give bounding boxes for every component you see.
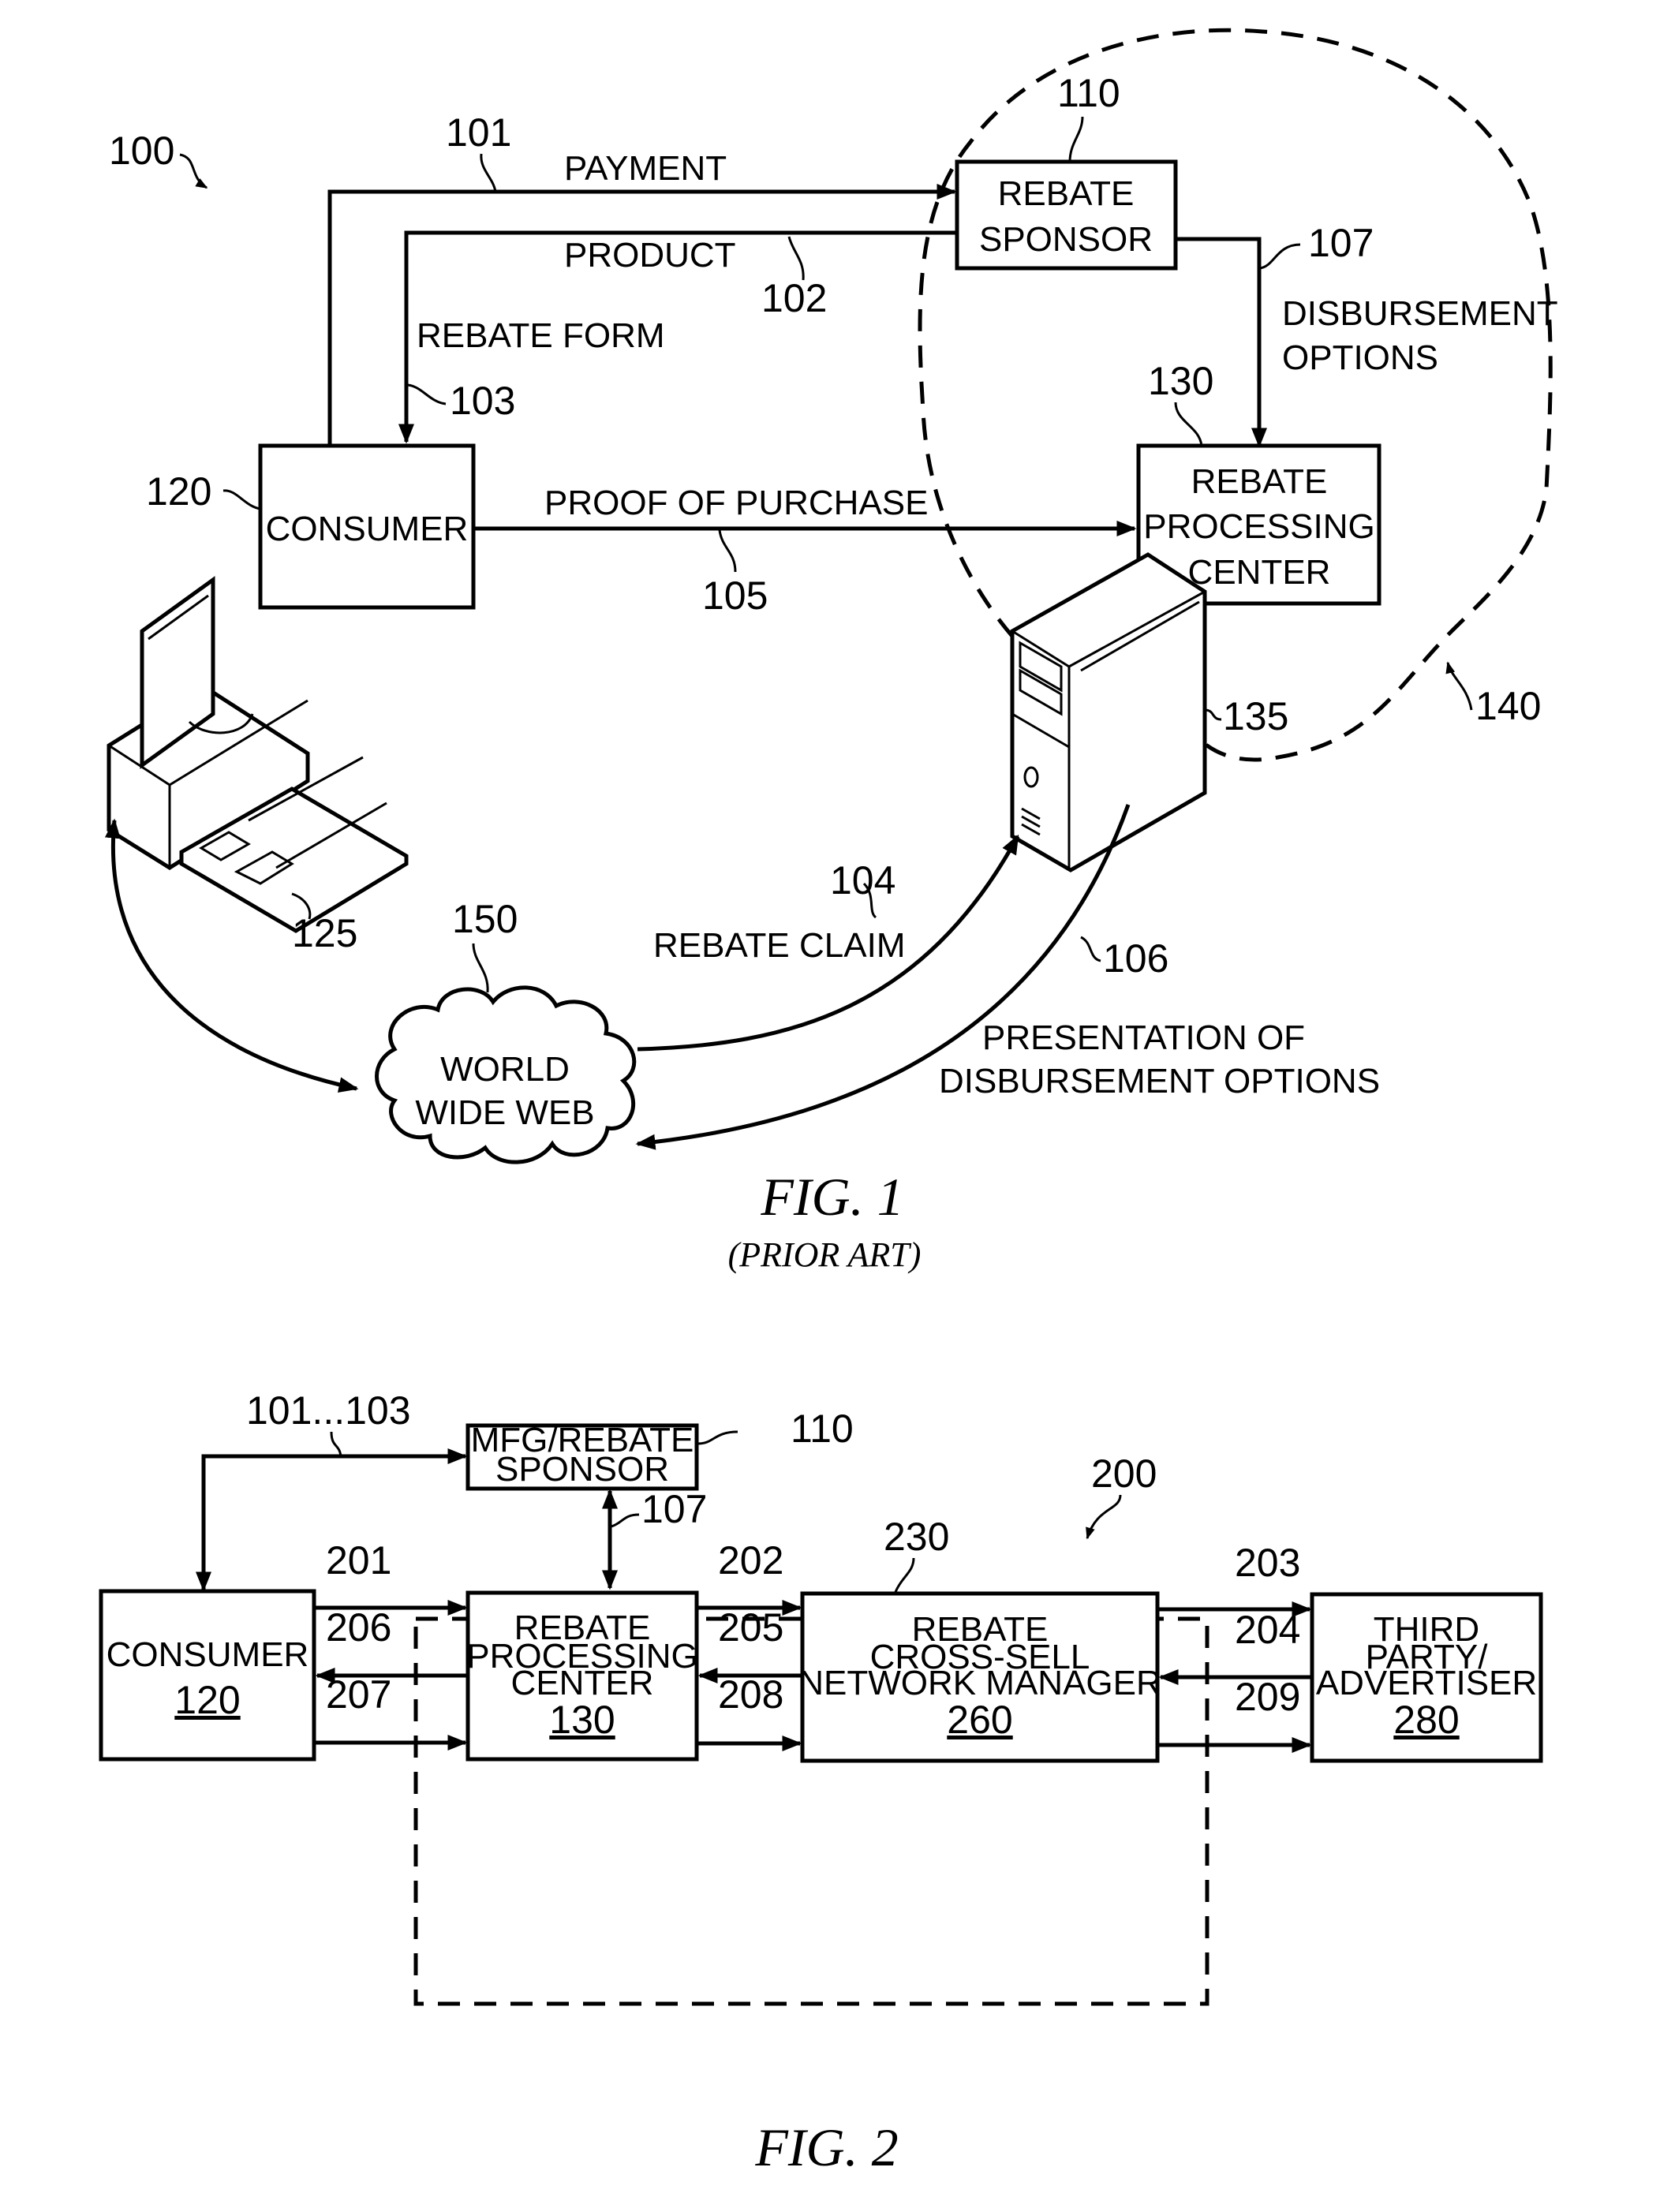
ref-106-leader <box>1080 936 1101 962</box>
cross-sell-ref: 260 <box>947 1698 1012 1742</box>
ref-110-leader <box>1068 116 1084 163</box>
ref-107-fig2-leader <box>611 1513 640 1528</box>
ref-140-arrow <box>1445 661 1473 711</box>
sponsor-label-line2: SPONSOR <box>495 1450 669 1489</box>
ref-101-103-leader <box>330 1431 342 1457</box>
rpc-label-line1: REBATE <box>1191 462 1328 501</box>
ref-209: 209 <box>1235 1675 1300 1719</box>
consumer-ref-fig2: 120 <box>174 1678 240 1722</box>
ref-110-fig2: 110 <box>791 1407 854 1451</box>
ref-203: 203 <box>1235 1541 1300 1585</box>
ref-104: 104 <box>830 858 895 902</box>
presentation-label-line2: DISBURSEMENT OPTIONS <box>939 1062 1380 1100</box>
ref-107-fig2: 107 <box>641 1487 707 1531</box>
consumer-label: CONSUMER <box>266 510 469 548</box>
disbursement-options-label-line2: OPTIONS <box>1282 338 1438 377</box>
ref-106: 106 <box>1103 936 1168 981</box>
ref-120: 120 <box>146 469 211 514</box>
ref-135-leader <box>1204 708 1222 721</box>
ref-100: 100 <box>109 129 174 173</box>
figure-1: 100 140 PAYMENT 101 PRODUCT 102 REBATE F… <box>104 28 1558 1274</box>
rebate-form-label: REBATE FORM <box>417 316 665 355</box>
rebate-sponsor-label-line2: SPONSOR <box>979 220 1153 259</box>
ref-110: 110 <box>1057 71 1120 115</box>
rpc-fig2-line3: CENTER <box>511 1664 654 1702</box>
ref-125: 125 <box>292 911 357 955</box>
ref-130-leader <box>1174 402 1203 447</box>
ref-207: 207 <box>326 1672 391 1717</box>
rebate-claim-label: REBATE CLAIM <box>653 926 905 965</box>
ref-103: 103 <box>450 379 515 423</box>
ref-202: 202 <box>718 1538 783 1582</box>
presentation-label-line1: PRESENTATION OF <box>982 1018 1305 1057</box>
world-wide-web-label-line2: WIDE WEB <box>415 1093 594 1132</box>
ref-150-leader <box>472 943 489 993</box>
ref-100-arrow <box>179 153 208 189</box>
ref-230: 230 <box>884 1515 949 1559</box>
ref-135: 135 <box>1223 694 1288 738</box>
fig1-caption: FIG. 1 <box>760 1167 903 1227</box>
third-party-line3: ADVERTISER <box>1316 1664 1537 1702</box>
ref-107: 107 <box>1308 221 1374 265</box>
consumer-box-fig2 <box>99 1589 316 1762</box>
disbursement-options-arrow <box>1176 237 1267 448</box>
ref-101-leader <box>480 153 497 192</box>
ref-107-leader <box>1259 243 1301 270</box>
proof-of-purchase-label: PROOF OF PURCHASE <box>544 484 929 522</box>
ref-102-leader <box>787 236 805 281</box>
rpc-label-line3: CENTER <box>1188 553 1331 592</box>
product-label: PRODUCT <box>564 236 736 275</box>
ref-103-leader <box>407 383 447 405</box>
ref-140: 140 <box>1475 684 1541 728</box>
patent-drawing-sheet: 100 140 PAYMENT 101 PRODUCT 102 REBATE F… <box>99 28 1558 2177</box>
figure-2: 200 230 MFG/REBATE SPONSOR 110 101...103… <box>99 1388 1543 2177</box>
fig2-caption: FIG. 2 <box>754 2117 898 2177</box>
ref-130: 130 <box>1148 359 1213 403</box>
ref-150: 150 <box>452 897 518 941</box>
desktop-computer-icon <box>107 576 409 933</box>
ref-206: 206 <box>326 1605 391 1650</box>
ref-105: 105 <box>702 574 768 618</box>
rebate-sponsor-label-line1: REBATE <box>998 174 1135 213</box>
ref-101: 101 <box>446 110 511 155</box>
ref-102: 102 <box>761 276 827 320</box>
ref-101-103: 101...103 <box>246 1388 411 1433</box>
fig1-subcaption: (PRIOR ART) <box>728 1235 922 1274</box>
ref-208: 208 <box>718 1672 783 1717</box>
third-party-ref: 280 <box>1393 1698 1459 1742</box>
world-wide-web-label-line1: WORLD <box>440 1050 570 1089</box>
ref-205: 205 <box>718 1605 783 1650</box>
disbursement-options-label-line1: DISBURSEMENT <box>1282 294 1558 333</box>
ref-110-fig2-leader <box>697 1430 738 1445</box>
ref-201: 201 <box>326 1538 391 1582</box>
ref-120-leader <box>222 489 261 510</box>
server-icon <box>1010 552 1207 872</box>
payment-label: PAYMENT <box>564 149 727 188</box>
cross-sell-line3: NETWORK MANAGER <box>798 1664 1161 1702</box>
ref-200-arrow <box>1086 1494 1122 1540</box>
ref-105-leader <box>718 529 737 573</box>
consumer-label-fig2: CONSUMER <box>107 1635 309 1674</box>
ref-204: 204 <box>1235 1608 1300 1652</box>
ref-200: 200 <box>1091 1452 1157 1496</box>
rpc-label-line2: PROCESSING <box>1143 507 1374 546</box>
rpc-ref-fig2: 130 <box>549 1698 615 1742</box>
